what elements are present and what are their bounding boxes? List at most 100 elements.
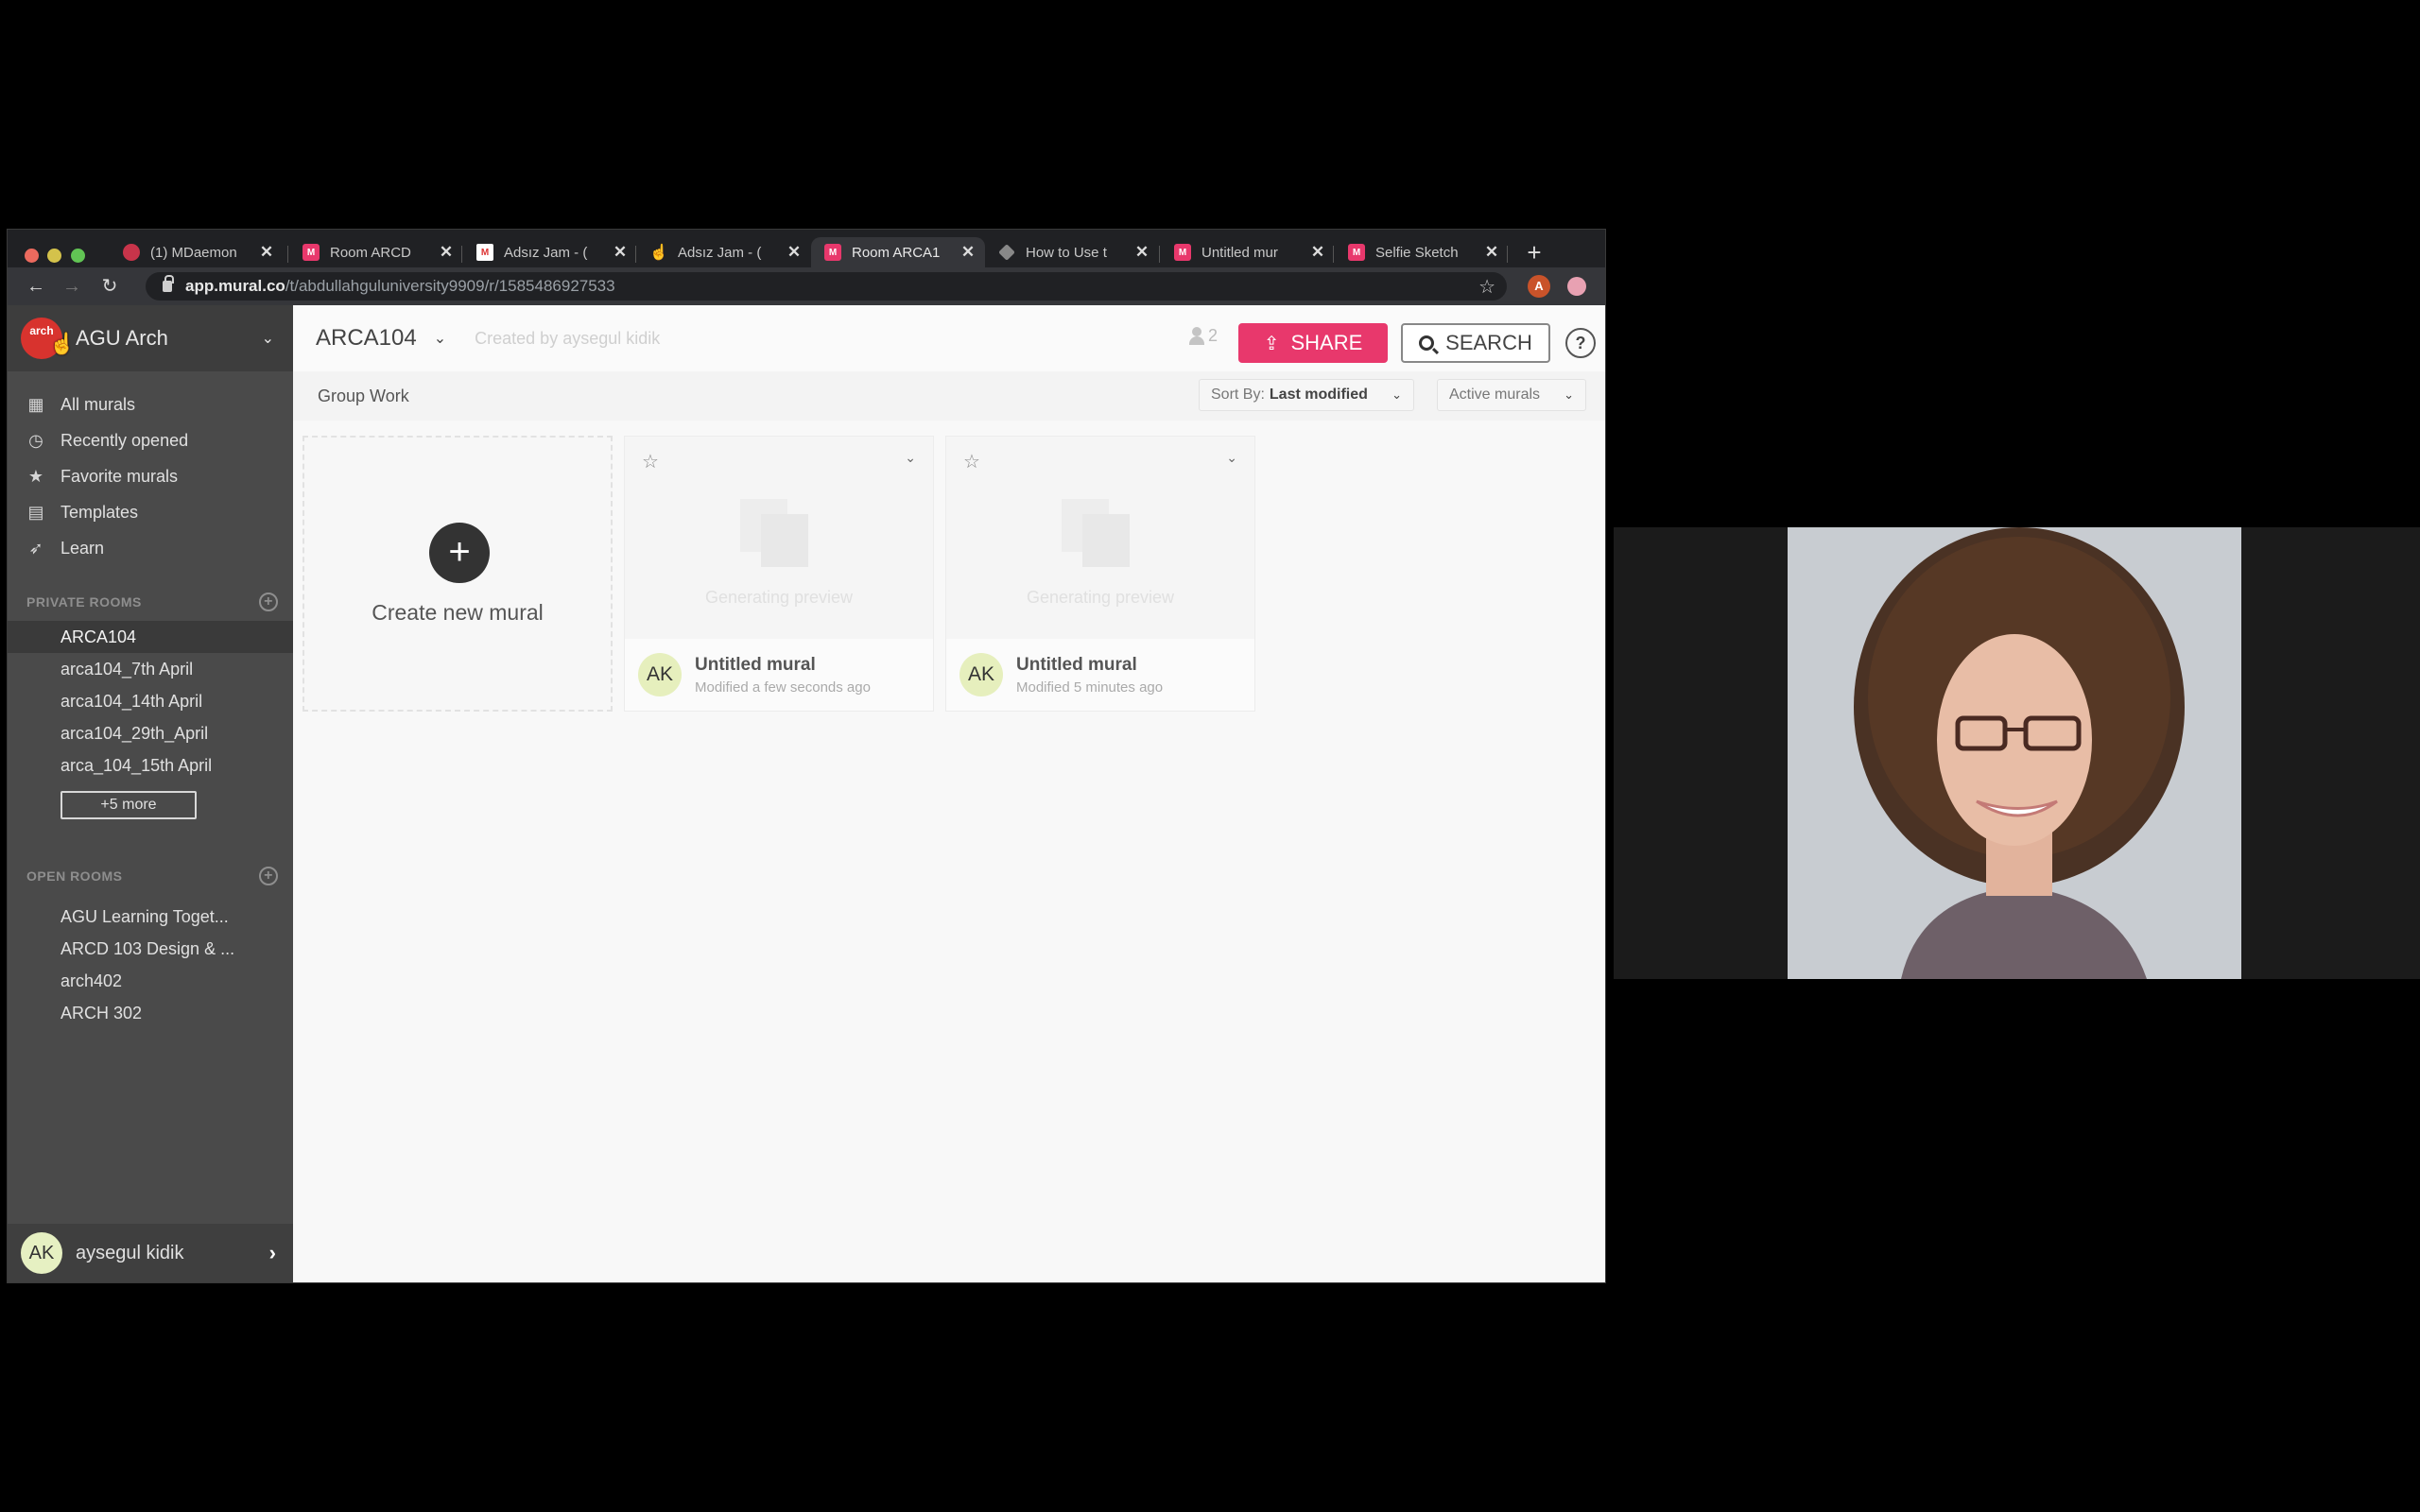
tab-label: How to Use t: [1026, 244, 1107, 261]
close-tab-icon[interactable]: ✕: [613, 243, 628, 262]
close-tab-icon[interactable]: ✕: [1134, 243, 1150, 262]
plus-icon: +: [429, 523, 490, 583]
profile-avatar[interactable]: A: [1528, 275, 1550, 298]
tab-divider: [287, 246, 288, 263]
mural-card-footer: AK Untitled mural Modified 5 minutes ago: [946, 639, 1254, 711]
mural-card[interactable]: ☆ ⌄ Generating preview AK Untitled mural…: [624, 436, 934, 712]
room-item[interactable]: arca104_7th April: [8, 653, 293, 685]
room-item[interactable]: ARCD 103 Design & ...: [8, 933, 293, 965]
close-tab-icon[interactable]: ✕: [1310, 243, 1325, 262]
workspace-switcher[interactable]: arch ☝ AGU Arch ⌄: [8, 305, 293, 371]
sidebar-item-favorite-murals[interactable]: ★ Favorite murals: [8, 458, 293, 494]
mural-title: Untitled mural: [695, 654, 816, 675]
tab-divider: [635, 246, 636, 263]
chevron-down-icon[interactable]: ⌄: [434, 329, 446, 348]
sidebar: arch ☝ AGU Arch ⌄ ▦ All murals ◷ Recentl…: [8, 305, 293, 1282]
sidebar-item-label: Recently opened: [60, 430, 189, 450]
sidebar-item-label: Learn: [60, 538, 105, 558]
room-item[interactable]: arca104_29th_April: [8, 717, 293, 749]
sidebar-item-templates[interactable]: ▤ Templates: [8, 494, 293, 530]
room-item[interactable]: arch402: [8, 965, 293, 997]
close-tab-icon[interactable]: ✕: [786, 243, 802, 262]
show-more-rooms-button[interactable]: +5 more: [60, 791, 197, 819]
browser-window: (1) MDaemon ✕ M Room ARCD ✕ M Adsız Jam …: [7, 229, 1606, 1283]
room-title[interactable]: ARCA104: [316, 325, 417, 352]
workspace-name: AGU Arch: [76, 326, 168, 350]
room-members[interactable]: 2: [1189, 326, 1218, 346]
owner-avatar: AK: [638, 653, 682, 696]
browser-tab[interactable]: M Room ARCD ✕: [289, 237, 463, 267]
mdaemon-icon: [123, 244, 140, 261]
participant-photo: [1788, 527, 2241, 979]
maximize-window-button[interactable]: [71, 249, 85, 263]
chevron-down-icon[interactable]: ⌄: [905, 450, 916, 466]
create-new-mural-card[interactable]: + Create new mural: [302, 436, 613, 712]
new-tab-button[interactable]: +: [1520, 237, 1548, 267]
address-bar[interactable]: app.mural.co /t/abdullahguluniversity990…: [146, 272, 1507, 301]
add-open-room-icon[interactable]: +: [259, 867, 278, 885]
favorite-star-icon[interactable]: ☆: [963, 450, 980, 473]
close-window-button[interactable]: [25, 249, 39, 263]
tab-label: Untitled mur: [1201, 244, 1278, 261]
preview-placeholder-icon: [740, 499, 808, 567]
preview-status: Generating preview: [704, 588, 854, 607]
mural-card[interactable]: ☆ ⌄ Generating preview AK Untitled mural…: [945, 436, 1255, 712]
browser-tab[interactable]: M Adsız Jam - ( ✕: [463, 237, 637, 267]
filter-value: Active murals: [1449, 387, 1541, 403]
browser-tab[interactable]: ☝ Adsız Jam - ( ✕: [637, 237, 811, 267]
close-tab-icon[interactable]: ✕: [960, 243, 976, 262]
sort-dropdown[interactable]: Sort By: Last modified ⌄: [1199, 379, 1414, 411]
tab-label: (1) MDaemon: [150, 244, 237, 261]
search-button[interactable]: SEARCH: [1401, 323, 1550, 363]
open-rooms-header: OPEN ROOMS +: [8, 857, 293, 895]
room-item[interactable]: arca_104_15th April: [8, 749, 293, 782]
extension-icon[interactable]: [1567, 277, 1586, 296]
reload-icon[interactable]: ↻: [96, 273, 123, 300]
close-tab-icon[interactable]: ✕: [439, 243, 454, 262]
help-icon[interactable]: ?: [1565, 328, 1596, 358]
chevron-down-icon: ⌄: [1564, 387, 1574, 402]
chevron-down-icon[interactable]: ⌄: [1226, 450, 1237, 466]
browser-tab[interactable]: M Selfie Sketch ✕: [1335, 237, 1509, 267]
chevron-down-icon[interactable]: ⌄: [262, 329, 274, 348]
mural-icon: M: [1174, 244, 1191, 261]
participant-portrait: [1788, 527, 2241, 979]
share-upload-icon: ⇪: [1263, 333, 1280, 354]
chevron-right-icon[interactable]: ›: [269, 1241, 276, 1265]
rocket-icon: ➶: [28, 538, 43, 558]
tab-bar: (1) MDaemon ✕ M Room ARCD ✕ M Adsız Jam …: [8, 230, 1605, 267]
close-tab-icon[interactable]: ✕: [1484, 243, 1499, 262]
tab-label: Selfie Sketch: [1375, 244, 1459, 261]
mural-icon: M: [824, 244, 841, 261]
minimize-window-button[interactable]: [47, 249, 61, 263]
mural-title: Untitled mural: [1016, 654, 1137, 675]
sidebar-item-label: All murals: [60, 394, 136, 414]
mural-card-footer: AK Untitled mural Modified a few seconds…: [625, 639, 933, 711]
add-private-room-icon[interactable]: +: [259, 593, 278, 611]
tab-label: Adsız Jam - (: [504, 244, 588, 261]
close-tab-icon[interactable]: ✕: [259, 243, 274, 262]
tab-divider: [1159, 246, 1160, 263]
browser-tab-active[interactable]: M Room ARCA1 ✕: [811, 237, 985, 267]
share-button[interactable]: ⇪ SHARE: [1238, 323, 1388, 363]
favorite-star-icon[interactable]: ☆: [642, 450, 659, 473]
tab-label: Adsız Jam - (: [678, 244, 762, 261]
tab-label: Room ARCD: [330, 244, 411, 261]
browser-tab[interactable]: (1) MDaemon ✕: [110, 237, 284, 267]
sidebar-item-learn[interactable]: ➶ Learn: [8, 530, 293, 566]
sidebar-item-all-murals[interactable]: ▦ All murals: [8, 387, 293, 422]
user-avatar: AK: [21, 1232, 62, 1274]
mural-status-dropdown[interactable]: Active murals ⌄: [1437, 379, 1586, 411]
room-item[interactable]: AGU Learning Toget...: [8, 901, 293, 933]
room-item-active[interactable]: ARCA104: [8, 621, 293, 653]
room-item[interactable]: arca104_14th April: [8, 685, 293, 717]
bookmark-star-icon[interactable]: ☆: [1478, 275, 1495, 299]
browser-tab[interactable]: How to Use t ✕: [985, 237, 1159, 267]
clock-icon: ◷: [28, 430, 43, 450]
sidebar-item-recently-opened[interactable]: ◷ Recently opened: [8, 422, 293, 458]
room-item[interactable]: ARCH 302: [8, 997, 293, 1029]
back-arrow-icon[interactable]: ←: [23, 273, 49, 300]
user-menu[interactable]: AK aysegul kidik ›: [8, 1224, 293, 1282]
browser-tab[interactable]: M Untitled mur ✕: [1161, 237, 1335, 267]
forward-arrow-icon[interactable]: →: [59, 273, 85, 300]
